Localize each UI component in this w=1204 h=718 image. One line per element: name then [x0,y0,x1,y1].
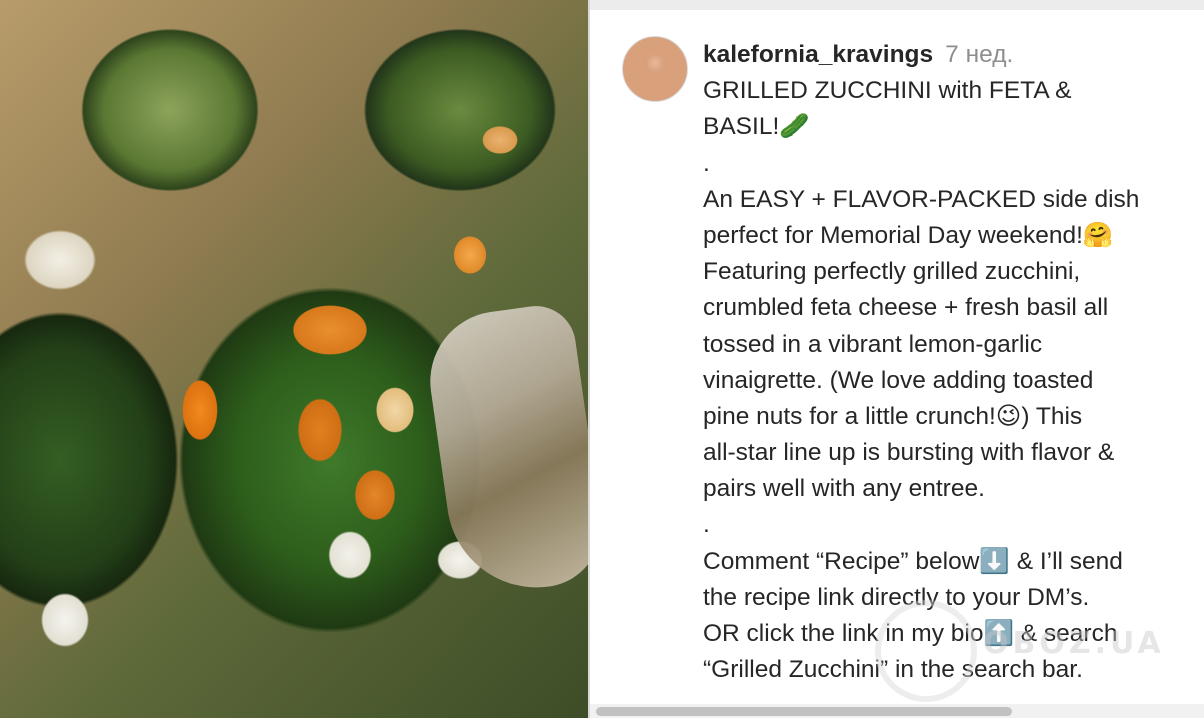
caption: kalefornia_kravings 7 нед. GRILLED ZUCCHI… [703,37,1203,688]
caption-line: An EASY + FLAVOR-PACKED side dish [703,185,1140,213]
scrollbar-thumb[interactable] [596,707,1012,716]
caption-line: perfect for Memorial Day weekend!🤗 [703,221,1114,249]
caption-line: Comment “Recipe” below⬇️ & I’ll send [703,547,1123,575]
caption-line: “Grilled Zucchini” in the search bar. [703,656,1083,684]
post-photo[interactable] [0,0,588,718]
caption-line: Featuring perfectly grilled zucchini, [703,258,1081,286]
top-border [590,0,1204,10]
horizontal-scrollbar[interactable] [590,704,1204,718]
caption-header: kalefornia_kravings 7 нед. [703,37,1203,73]
caption-line: all-star line up is bursting with flavor… [703,439,1115,467]
caption-line: the recipe link directly to your DM’s. [703,583,1090,611]
caption-line: . [703,511,710,539]
spoon-image-region [421,300,588,600]
caption-line: tossed in a vibrant lemon-garlic [703,330,1043,358]
caption-line: OR click the link in my bio⬆️ & search [703,620,1118,647]
caption-line: pine nuts for a little crunch!😉) This [703,402,1083,430]
caption-line: crumbled feta cheese + fresh basil all [703,294,1109,322]
post-time[interactable]: 7 нед. [945,41,1013,68]
caption-line: BASIL!🥒 [703,113,810,141]
caption-line: GRILLED ZUCCHINI with FETA & [703,77,1072,105]
caption-line: vinaigrette. (We love adding toasted [703,366,1094,394]
caption-line: pairs well with any entree. [703,475,985,503]
avatar[interactable] [622,36,688,102]
caption-panel: kalefornia_kravings 7 нед. GRILLED ZUCCHI… [590,0,1204,718]
caption-line: . [703,149,710,177]
username-link[interactable]: kalefornia_kravings [703,41,933,68]
